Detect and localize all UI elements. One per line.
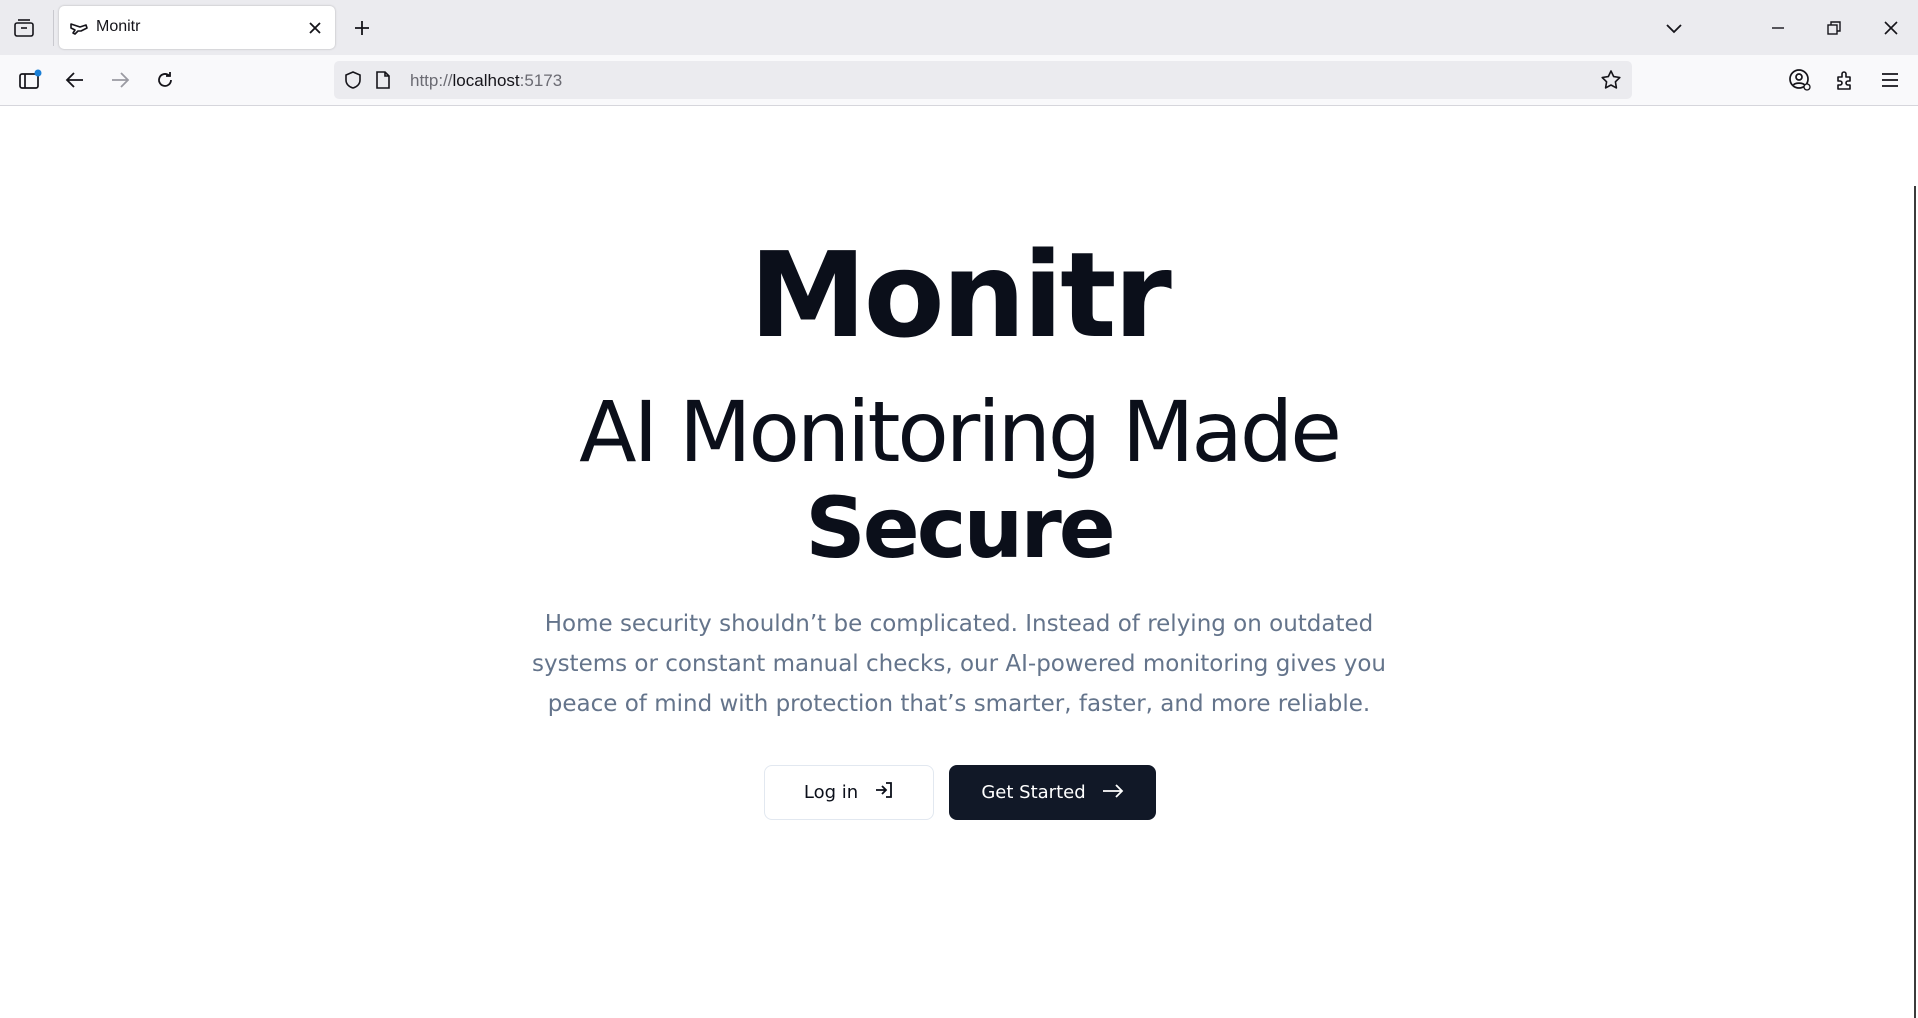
plus-icon[interactable] bbox=[350, 16, 374, 40]
shield-icon[interactable] bbox=[342, 69, 364, 91]
extensions-icon[interactable] bbox=[1830, 65, 1860, 95]
close-window-icon[interactable] bbox=[1877, 14, 1905, 42]
url-bar[interactable]: http://localhost:5173 bbox=[334, 61, 1632, 99]
account-icon[interactable] bbox=[1785, 65, 1815, 95]
login-button-label: Log in bbox=[803, 782, 859, 803]
sidebar-icon[interactable] bbox=[15, 65, 45, 95]
tab-strip: Monitr bbox=[0, 0, 1918, 55]
headline-line-2: Secure bbox=[805, 479, 1115, 577]
url-host: localhost bbox=[452, 71, 520, 90]
tab-monitr[interactable]: Monitr bbox=[59, 6, 335, 49]
tab-list-icon[interactable] bbox=[12, 17, 36, 39]
chevron-down-icon[interactable] bbox=[1660, 14, 1688, 42]
scrollbar[interactable] bbox=[1914, 186, 1916, 1018]
login-button[interactable]: Log in bbox=[764, 765, 934, 820]
menu-icon[interactable] bbox=[1875, 65, 1905, 95]
restore-icon[interactable] bbox=[1820, 14, 1848, 42]
back-arrow-icon[interactable] bbox=[60, 65, 90, 95]
close-icon[interactable] bbox=[305, 18, 325, 38]
reload-icon[interactable] bbox=[150, 65, 180, 95]
login-icon bbox=[874, 780, 894, 805]
hero-description: Home security shouldn’t be complicated. … bbox=[531, 611, 1387, 717]
hero-headline: AI Monitoring Made Secure bbox=[0, 384, 1918, 576]
page-icon[interactable] bbox=[372, 69, 394, 91]
headline-line-1: AI Monitoring Made bbox=[579, 383, 1342, 481]
star-icon[interactable] bbox=[1600, 69, 1622, 91]
url-port: :5173 bbox=[519, 71, 563, 90]
forward-arrow-icon[interactable] bbox=[105, 65, 135, 95]
url-text[interactable]: http://localhost:5173 bbox=[410, 71, 562, 91]
get-started-button-label: Get Started bbox=[981, 782, 1086, 803]
navigation-toolbar: http://localhost:5173 bbox=[0, 55, 1918, 106]
url-scheme: http:// bbox=[410, 71, 453, 90]
arrow-right-icon bbox=[1102, 782, 1124, 803]
get-started-button[interactable]: Get Started bbox=[949, 765, 1156, 820]
tab-separator bbox=[53, 10, 54, 46]
drone-icon bbox=[69, 18, 89, 38]
brand-title: Monitr bbox=[749, 226, 1172, 364]
tab-title: Monitr bbox=[96, 18, 141, 35]
minimize-icon[interactable] bbox=[1764, 14, 1792, 42]
page-viewport: Monitr AI Monitoring Made Secure Home se… bbox=[0, 106, 1918, 1018]
